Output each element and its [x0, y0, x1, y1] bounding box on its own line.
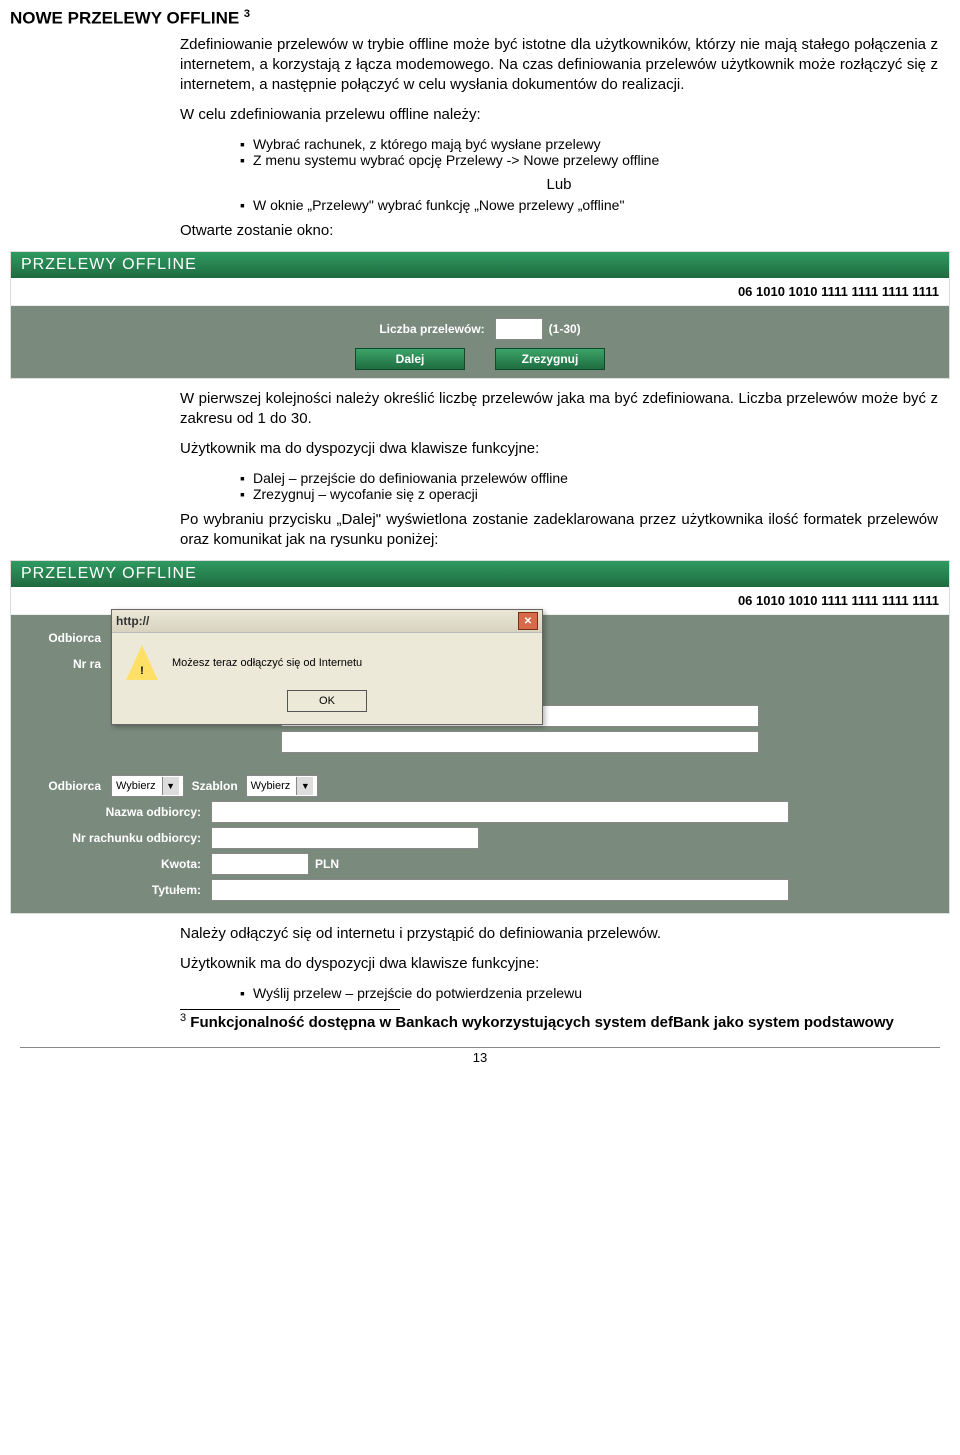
list-item: Zrezygnuj – wycofanie się z operacji — [240, 486, 938, 502]
disconnect-dialog: http:// ✕ ! Możesz teraz odłączyć się od… — [111, 609, 543, 725]
odbiorca-label: Odbiorca — [21, 779, 101, 793]
kwota-label: Kwota: — [21, 857, 201, 871]
paragraph-4: Po wybraniu przycisku „Dalej" wyświetlon… — [10, 510, 950, 551]
close-icon[interactable]: ✕ — [518, 612, 538, 630]
paragraph-intro-2: W celu zdefiniowania przelewu offline na… — [10, 105, 950, 125]
paragraph-6-intro: Użytkownik ma do dyspozycji dwa klawisze… — [10, 954, 950, 974]
odbiorca-select[interactable]: Wybierz▼ — [111, 775, 184, 797]
field-input[interactable] — [281, 731, 759, 753]
footnote-text: 3 Funkcjonalność dostępna w Bankach wyko… — [10, 1012, 950, 1031]
dialog-title-text: http:// — [116, 614, 149, 628]
paragraph-2: W pierwszej kolejności należy określić l… — [10, 389, 950, 430]
chevron-down-icon: ▼ — [162, 777, 179, 795]
nr-rach-input[interactable] — [211, 827, 479, 849]
count-input[interactable] — [495, 318, 543, 340]
currency-label: PLN — [315, 857, 339, 871]
count-label: Liczba przelewów: — [379, 322, 484, 336]
dialog-message: Możesz teraz odłączyć się od Internetu — [172, 657, 362, 669]
next-button[interactable]: Dalej — [355, 348, 465, 370]
lub-label: Lub — [180, 176, 938, 193]
panel-title: PRZELEWY OFFLINE — [11, 252, 949, 278]
nr-rach-label: Nr rachunku odbiorcy: — [21, 831, 201, 845]
chevron-down-icon: ▼ — [296, 777, 313, 795]
count-range: (1-30) — [549, 322, 581, 336]
tytul-label: Tytułem: — [21, 883, 201, 897]
paragraph-3-intro: Użytkownik ma do dyspozycji dwa klawisze… — [10, 439, 950, 459]
footnote-separator — [180, 1009, 400, 1010]
ok-button[interactable]: OK — [287, 690, 367, 712]
bullet-list-a: Wybrać rachunek, z którego mają być wysł… — [180, 136, 938, 168]
page-number: 13 — [10, 1050, 950, 1065]
bullet-list-c: Dalej – przejście do definiowania przele… — [180, 470, 938, 502]
warning-icon: ! — [126, 645, 158, 680]
paragraph-5: Należy odłączyć się od internetu i przys… — [10, 924, 950, 944]
list-item: Wybrać rachunek, z którego mają być wysł… — [240, 136, 938, 152]
kwota-input[interactable] — [211, 853, 309, 875]
list-item: Z menu systemu wybrać opcję Przelewy -> … — [240, 152, 938, 168]
opened-label: Otwarte zostanie okno: — [10, 221, 950, 241]
bullet-list-b: W oknie „Przelewy" wybrać funkcję „Nowe … — [180, 197, 938, 213]
list-item: W oknie „Przelewy" wybrać funkcję „Nowe … — [240, 197, 938, 213]
panel-title: PRZELEWY OFFLINE — [11, 561, 949, 587]
paragraph-intro-1: Zdefiniowanie przelewów w trybie offline… — [10, 35, 950, 96]
nazwa-input[interactable] — [211, 801, 789, 823]
cancel-button[interactable]: Zrezygnuj — [495, 348, 605, 370]
tytul-input[interactable] — [211, 879, 789, 901]
page-divider — [20, 1047, 940, 1048]
footnote-ref: 3 — [244, 8, 250, 20]
nr-ra-label: Nr ra — [21, 657, 101, 671]
transfer-panel-1: PRZELEWY OFFLINE 06 1010 1010 1111 1111 … — [10, 251, 950, 379]
nazwa-label: Nazwa odbiorcy: — [21, 805, 201, 819]
account-number: 06 1010 1010 1111 1111 1111 1111 — [11, 278, 949, 306]
szablon-label: Szablon — [192, 779, 238, 793]
list-item: Wyślij przelew – przejście do potwierdze… — [240, 985, 938, 1001]
page-title: NOWE PRZELEWY OFFLINE 3 — [10, 8, 950, 29]
bullet-list-d: Wyślij przelew – przejście do potwierdze… — [180, 985, 938, 1001]
odbiorca-label: Odbiorca — [21, 631, 101, 645]
list-item: Dalej – przejście do definiowania przele… — [240, 470, 938, 486]
szablon-select[interactable]: Wybierz▼ — [246, 775, 319, 797]
transfer-panel-2: PRZELEWY OFFLINE 06 1010 1010 1111 1111 … — [10, 560, 950, 914]
